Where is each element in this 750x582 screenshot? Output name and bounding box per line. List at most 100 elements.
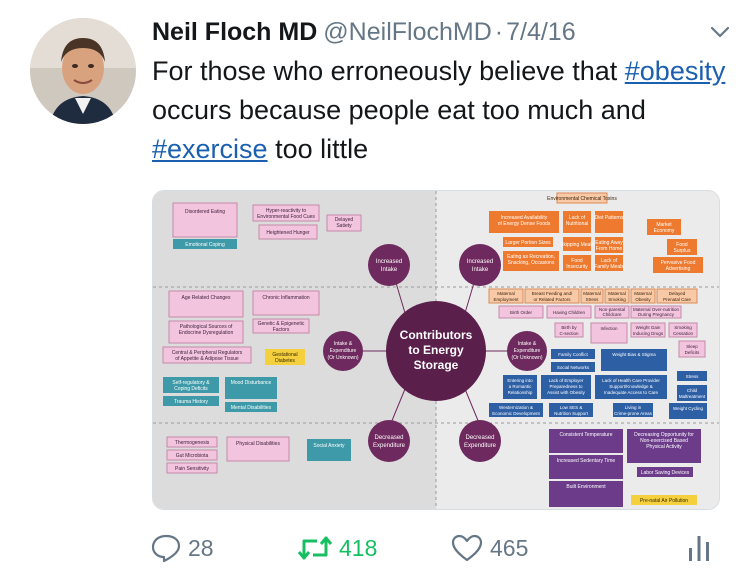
author-handle[interactable]: @NeilFlochMD	[323, 18, 491, 46]
svg-text:Surplus: Surplus	[674, 248, 691, 254]
svg-text:Having Children: Having Children	[553, 310, 586, 315]
node-decreased-expenditure-left: Decreased Expenditure	[368, 420, 410, 462]
svg-text:Preparedness to: Preparedness to	[549, 384, 583, 389]
svg-text:Maternal: Maternal	[583, 291, 601, 296]
tweet-text-part: occurs because people eat too much and	[152, 95, 646, 125]
svg-text:Environmental Food Cues: Environmental Food Cues	[257, 214, 315, 220]
svg-text:Employment: Employment	[493, 297, 519, 302]
avatar-photo	[30, 18, 136, 124]
center-title-line: Storage	[414, 358, 459, 372]
svg-text:Entering into: Entering into	[507, 378, 533, 383]
svg-text:Crime-prone Areas: Crime-prone Areas	[614, 411, 653, 416]
svg-text:Child: Child	[687, 388, 698, 393]
svg-text:Economy: Economy	[654, 228, 675, 234]
svg-text:Weight Bias & Stigma: Weight Bias & Stigma	[612, 352, 656, 357]
retweet-icon	[297, 536, 333, 560]
svg-text:Weight Gain: Weight Gain	[636, 325, 661, 330]
svg-text:Heightened Hunger: Heightened Hunger	[266, 230, 310, 236]
svg-text:During Pregnancy: During Pregnancy	[638, 312, 675, 317]
svg-text:Skipping Meals: Skipping Meals	[560, 242, 594, 248]
node-increased-intake-left: Increased Intake	[368, 244, 410, 286]
node-intake-expenditure-left: Intake & Expenditure (Or Unknown)	[323, 331, 363, 371]
like-button[interactable]: 465	[450, 528, 528, 568]
svg-text:Social Networks: Social Networks	[557, 365, 590, 370]
svg-text:Age Related Changes: Age Related Changes	[182, 295, 231, 301]
tweet-text-part: too little	[267, 134, 369, 164]
svg-text:Delayed: Delayed	[669, 291, 686, 296]
svg-text:Expenditure: Expenditure	[373, 443, 406, 449]
svg-text:Increased: Increased	[467, 259, 493, 265]
chevron-down-icon[interactable]	[708, 22, 732, 42]
svg-text:Maltreatment: Maltreatment	[679, 394, 706, 399]
svg-text:Diet Patterns: Diet Patterns	[595, 215, 624, 221]
svg-text:Assist with Obesity: Assist with Obesity	[547, 390, 586, 395]
svg-text:Chronic Inflammation: Chronic Inflammation	[262, 295, 309, 301]
svg-text:Economic Development: Economic Development	[492, 411, 540, 416]
separator: ·	[494, 18, 504, 46]
svg-text:Family Meals: Family Meals	[594, 264, 624, 270]
svg-text:Environmental Chemical Toxins: Environmental Chemical Toxins	[547, 196, 617, 202]
svg-text:Insecurity: Insecurity	[566, 264, 588, 270]
svg-text:Expenditure: Expenditure	[464, 443, 497, 449]
svg-text:Nutrition Support: Nutrition Support	[554, 411, 589, 416]
tweet-image[interactable]: Contributors to Energy Storage Increased…	[152, 190, 720, 510]
like-count: 465	[490, 534, 529, 561]
svg-text:Factors: Factors	[273, 327, 290, 333]
retweet-count: 418	[339, 534, 378, 561]
svg-text:Physical Activity: Physical Activity	[646, 444, 682, 450]
svg-text:Social Anxiety: Social Anxiety	[313, 443, 345, 449]
tweet-actions: 28 418 465	[150, 528, 730, 568]
svg-text:Intake &: Intake &	[518, 341, 537, 347]
svg-text:Infection: Infection	[600, 326, 618, 331]
svg-text:Birth by: Birth by	[561, 325, 577, 330]
node-decreased-expenditure-right: Decreased Expenditure	[459, 420, 501, 462]
svg-text:Family Conflict: Family Conflict	[558, 352, 588, 357]
svg-text:(Or Unknown): (Or Unknown)	[327, 355, 358, 361]
svg-text:Satiety: Satiety	[336, 223, 352, 229]
svg-text:Pain Sensitivity: Pain Sensitivity	[175, 466, 209, 472]
hashtag-exercise[interactable]: #exercise	[152, 134, 268, 164]
center-title-line: Contributors	[400, 328, 473, 342]
svg-text:Lack of Health Care Provider: Lack of Health Care Provider	[602, 378, 660, 383]
svg-text:Living in: Living in	[625, 405, 642, 410]
svg-text:Intake &: Intake &	[334, 341, 353, 347]
svg-text:Maternal: Maternal	[634, 291, 652, 296]
energy-storage-diagram: Contributors to Energy Storage Increased…	[153, 191, 719, 509]
retweet-button[interactable]: 418	[297, 528, 377, 568]
svg-text:Birth Order: Birth Order	[510, 310, 533, 315]
avatar[interactable]	[30, 18, 136, 124]
svg-text:Mood Disturbance: Mood Disturbance	[231, 380, 272, 386]
svg-text:Snacking, Occasions: Snacking, Occasions	[508, 260, 555, 266]
svg-text:Sleep: Sleep	[686, 344, 698, 349]
svg-text:Lack of Employer: Lack of Employer	[549, 378, 584, 383]
hashtag-obesity[interactable]: #obesity	[625, 56, 726, 86]
reply-button[interactable]: 28	[150, 528, 214, 568]
tweet-text-part: For those who erroneously believe that	[152, 56, 625, 86]
author-name[interactable]: Neil Floch MD	[152, 18, 317, 46]
svg-text:Physical Disabilities: Physical Disabilities	[236, 441, 280, 447]
svg-text:Obesity: Obesity	[635, 297, 651, 302]
svg-text:Decreased: Decreased	[465, 435, 494, 441]
svg-text:Prenatal Care: Prenatal Care	[663, 297, 691, 302]
svg-text:Increased: Increased	[376, 259, 402, 265]
svg-text:Smoking: Smoking	[674, 325, 692, 330]
svg-text:Stress: Stress	[586, 297, 600, 302]
svg-text:Consistent Temperature: Consistent Temperature	[560, 432, 613, 438]
svg-text:Endocrine Dysregulation: Endocrine Dysregulation	[179, 330, 234, 336]
tweet-header: Neil Floch MD @NeilFlochMD · 7/4/16	[152, 14, 732, 50]
svg-text:Mental Disabilities: Mental Disabilities	[231, 405, 272, 411]
share-button[interactable]	[684, 528, 720, 568]
like-icon	[451, 534, 483, 562]
svg-text:Childcare: Childcare	[602, 312, 622, 317]
svg-text:Inadequate Access to Care: Inadequate Access to Care	[604, 390, 659, 395]
svg-text:From Home: From Home	[596, 246, 623, 252]
tweet-date[interactable]: 7/4/16	[506, 18, 576, 46]
svg-text:Diabetes: Diabetes	[275, 358, 295, 364]
svg-text:Advertising: Advertising	[666, 266, 691, 272]
svg-text:Intake: Intake	[472, 267, 489, 273]
svg-text:Maternal: Maternal	[608, 291, 626, 296]
share-icon	[689, 536, 709, 561]
svg-text:Built Environment: Built Environment	[566, 484, 606, 490]
svg-text:of Appetite & Adipose Tissue: of Appetite & Adipose Tissue	[175, 356, 239, 362]
svg-text:Pre-natal Air Pollution: Pre-natal Air Pollution	[640, 498, 688, 504]
